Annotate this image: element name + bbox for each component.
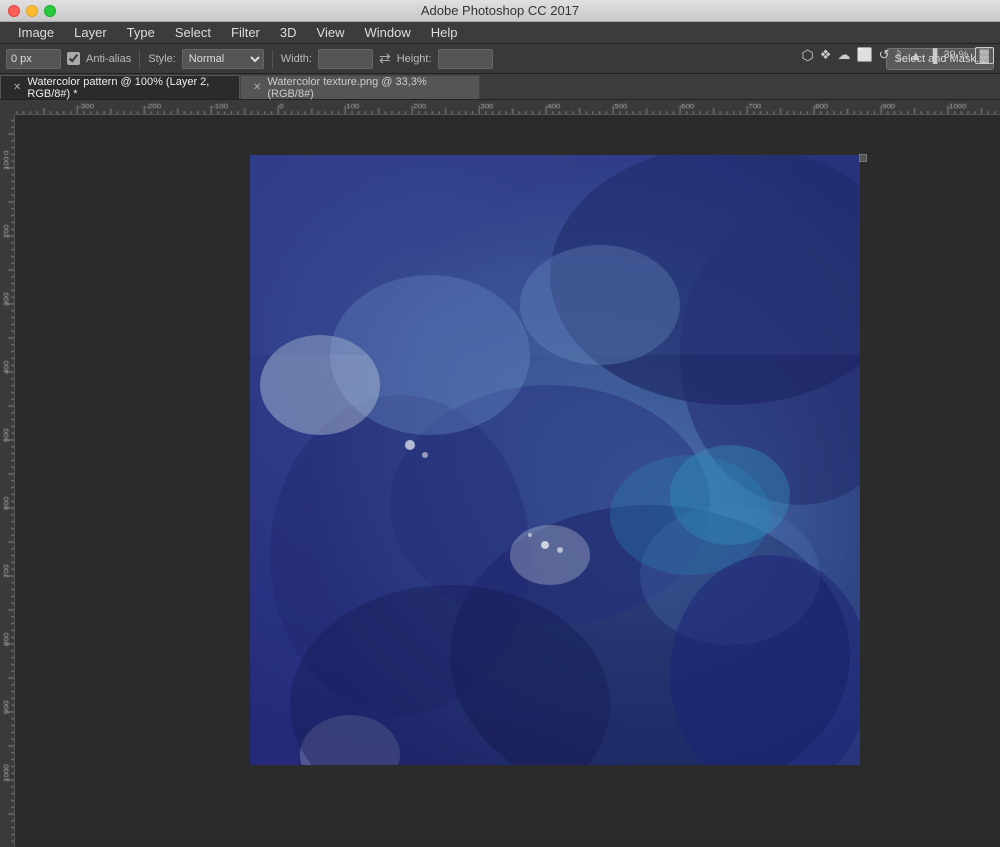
minimize-button[interactable] [26,5,38,17]
divider2 [272,50,273,68]
document-canvas [250,155,860,765]
menu-layer[interactable]: Layer [64,23,117,42]
width-input[interactable] [318,49,373,69]
tab-label-1: Watercolor pattern @ 100% (Layer 2, RGB/… [27,76,231,100]
dropbox-icon: ❖ [820,47,832,63]
divider1 [139,50,140,68]
cloud-icon: ☁ [837,47,850,63]
battery-icon: ▓ [975,47,994,64]
tab-close-icon-1[interactable]: ✕ [13,82,21,93]
menu-view[interactable]: View [307,23,355,42]
canvas-corner-handle [859,154,867,162]
menu-filter[interactable]: Filter [221,23,270,42]
close-button[interactable] [8,5,20,17]
height-label: Height: [397,53,432,65]
width-label: Width: [281,53,312,65]
canvas-container[interactable] [15,115,1000,847]
anti-alias-label: Anti-alias [86,53,131,65]
style-select[interactable]: Normal Fixed Ratio Fixed Size [182,49,264,69]
menu-image[interactable]: Image [8,23,64,42]
px-input[interactable] [6,49,61,69]
title-bar: Adobe Photoshop CC 2017 [0,0,1000,22]
menu-bar: Image Layer Type Select Filter 3D View W… [0,22,1000,44]
swap-arrow-icon[interactable]: ⇄ [379,50,391,67]
tab-watercolor-texture[interactable]: ✕ Watercolor texture.png @ 33,3% (RGB/8#… [240,75,480,99]
anti-alias-checkbox[interactable] [67,52,80,65]
wifi-icon: ▲ [909,48,922,63]
menu-type[interactable]: Type [117,23,165,42]
traffic-lights [8,5,56,17]
system-icons: ⬡ ❖ ☁ ⬜ ↺ ᛒ ▲ ▐ 39 % ▓ [802,44,994,66]
time-machine-icon: ↺ [879,47,890,63]
menu-help[interactable]: Help [421,23,468,42]
top-ruler [15,100,1000,115]
height-input[interactable] [438,49,493,69]
left-ruler [0,115,15,847]
tab-watercolor-pattern[interactable]: ✕ Watercolor pattern @ 100% (Layer 2, RG… [0,75,240,99]
style-label: Style: [148,53,176,65]
creative-cloud-icon: ⬡ [802,47,814,64]
main-area [0,100,1000,847]
maximize-button[interactable] [44,5,56,17]
speaker-icon: ▐ [928,48,937,63]
battery-label: 39 % [943,49,968,61]
ruler-corner [0,100,15,115]
menu-window[interactable]: Window [354,23,420,42]
tab-close-icon-2[interactable]: ✕ [253,82,261,93]
tab-label-2: Watercolor texture.png @ 33,3% (RGB/8#) [267,76,471,100]
menu-3d[interactable]: 3D [270,23,307,42]
monitor-icon: ⬜ [856,47,872,63]
window-title: Adobe Photoshop CC 2017 [421,3,579,18]
bluetooth-icon: ᛒ [896,48,904,63]
menu-select[interactable]: Select [165,23,221,42]
tabs-bar: ✕ Watercolor pattern @ 100% (Layer 2, RG… [0,74,1000,100]
